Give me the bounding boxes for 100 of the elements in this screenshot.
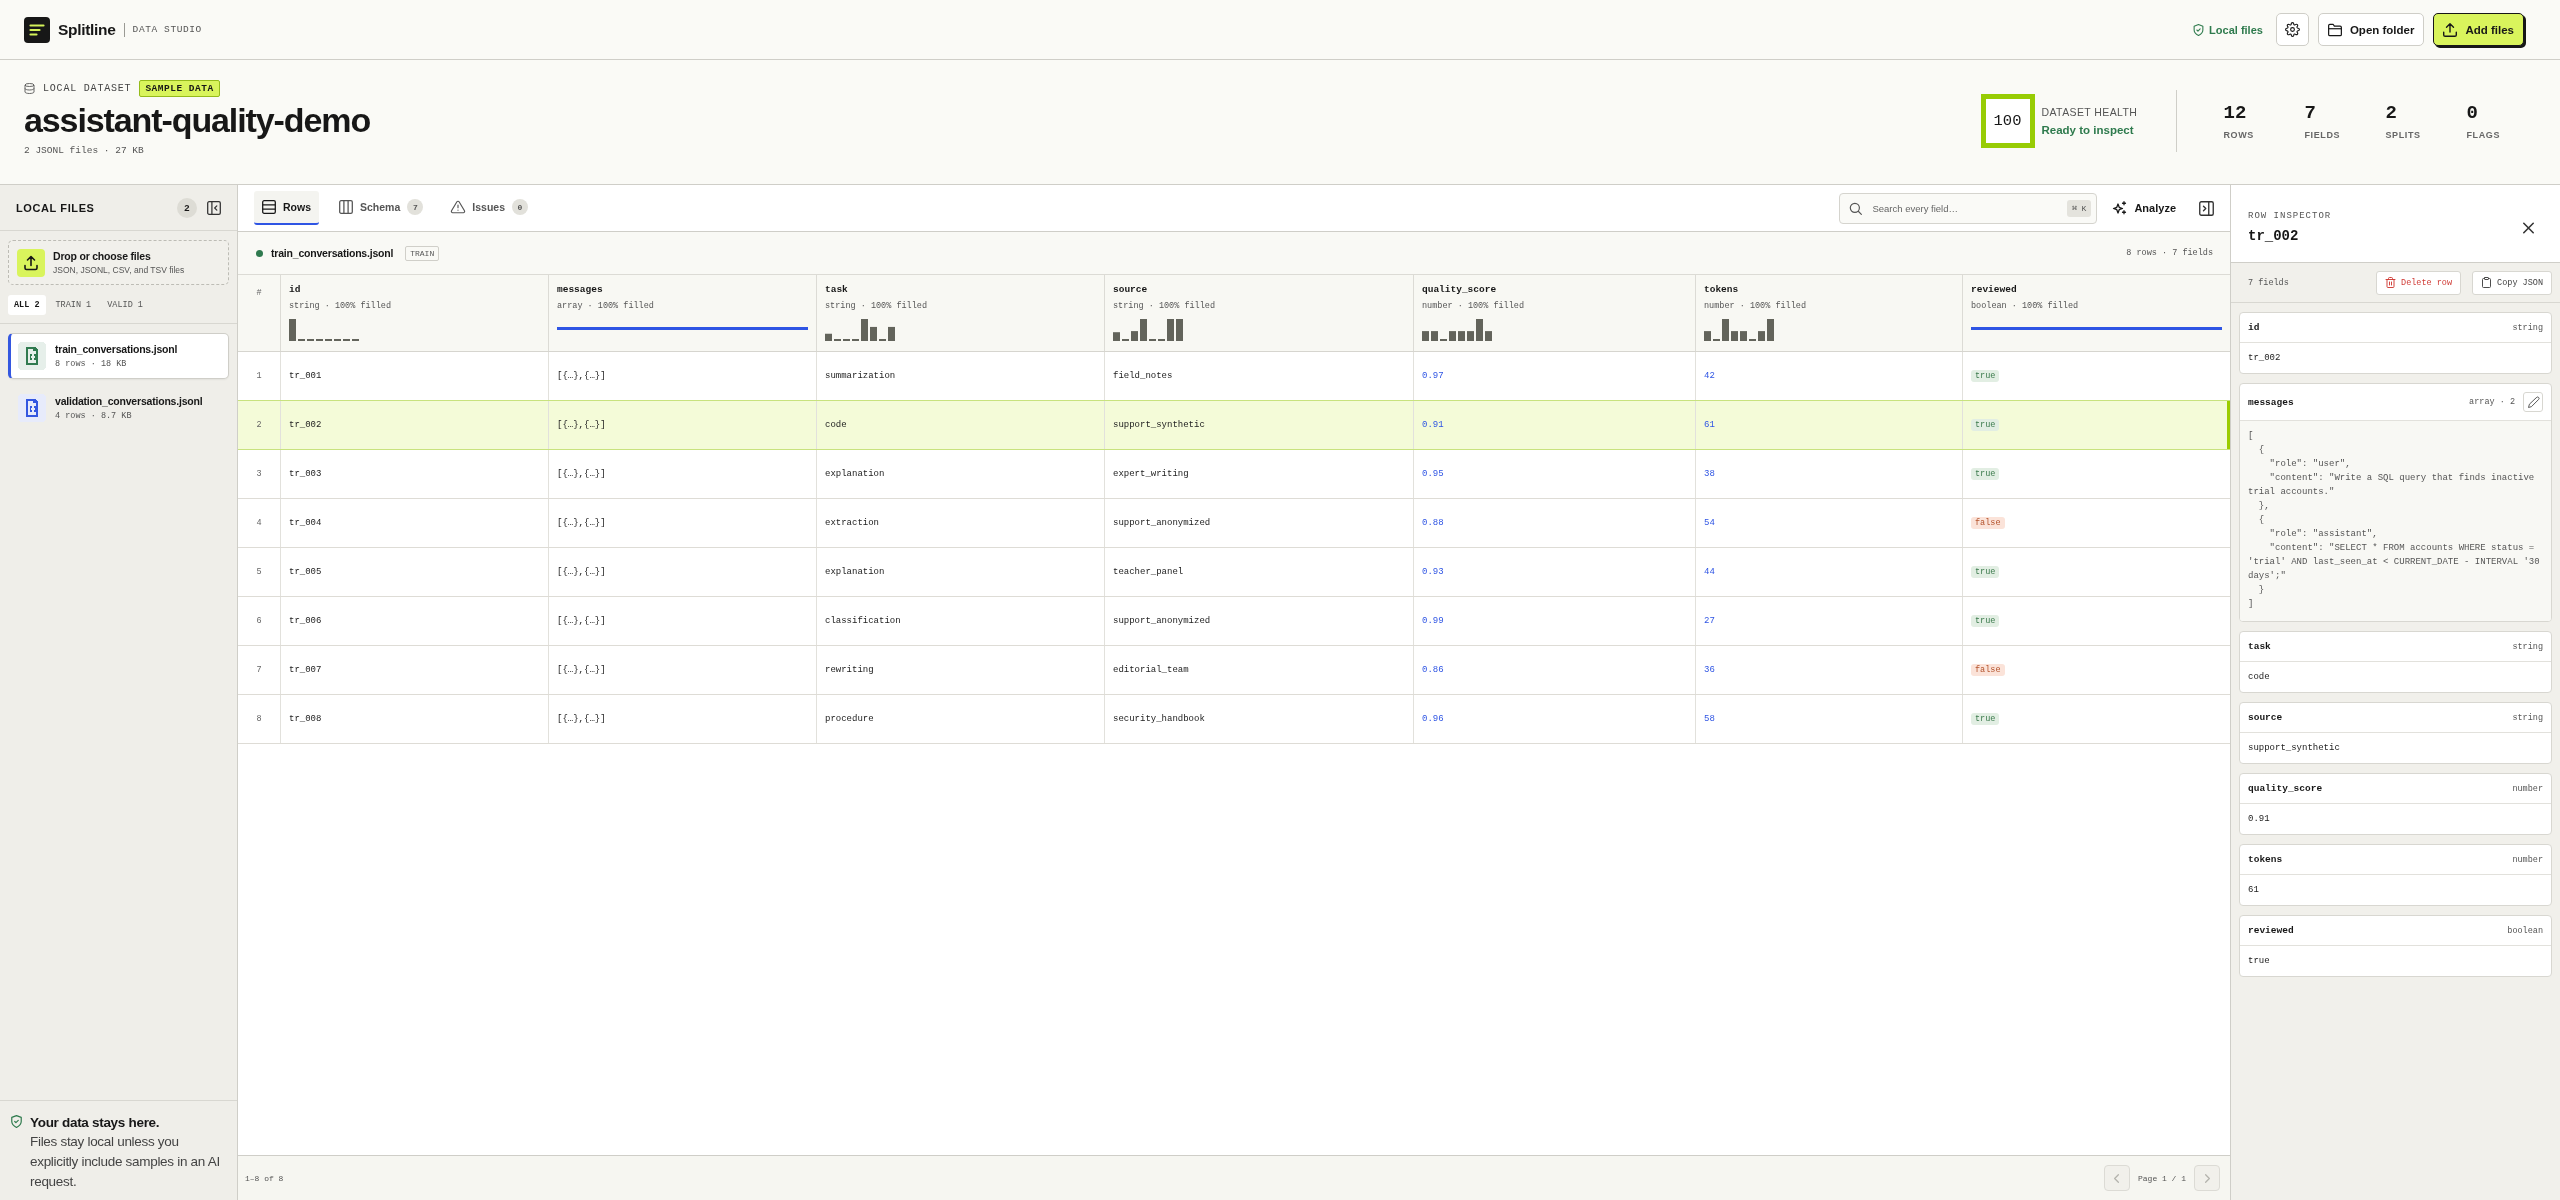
copy-json-button[interactable]: Copy JSON bbox=[2472, 270, 2552, 295]
column-type: string · 100% filled bbox=[289, 301, 392, 311]
histogram-bar bbox=[1731, 331, 1738, 341]
stat-value: 2 bbox=[2385, 102, 2398, 123]
table-row[interactable]: 7 tr_007 [{…},{…}] rewriting editorial_team 0.86 36 false bbox=[238, 646, 2230, 695]
analyze-button[interactable]: Analyze bbox=[2112, 200, 2176, 216]
row-range: 1–8 of 8 bbox=[245, 1173, 284, 1183]
dropzone-title: Drop or choose files bbox=[53, 250, 152, 262]
field-name: reviewed bbox=[2248, 925, 2295, 936]
histogram-bar bbox=[1467, 331, 1474, 341]
row-number: 1 bbox=[255, 370, 263, 383]
local-status-label: Local files bbox=[2209, 23, 2263, 36]
stat-value: 12 bbox=[2223, 102, 2248, 123]
field-value: 61 bbox=[2247, 884, 2260, 897]
histogram-bar bbox=[1458, 331, 1465, 341]
close-button[interactable] bbox=[2523, 221, 2534, 234]
table-cell: 0.93 bbox=[1413, 548, 1695, 596]
file-item[interactable]: train_conversations.jsonl 8 rows · 18 KB bbox=[8, 333, 229, 379]
filter-tab[interactable]: VALID 1 bbox=[101, 295, 149, 315]
table-cell: 0.88 bbox=[1413, 499, 1695, 547]
delete-row-button[interactable]: Delete row bbox=[2376, 270, 2462, 295]
column-name: quality_score bbox=[1422, 284, 1497, 296]
file-icon bbox=[18, 394, 46, 422]
stat-label: SPLITS bbox=[2385, 129, 2422, 140]
filter-tab[interactable]: ALL 2 bbox=[8, 295, 46, 315]
histogram-bar bbox=[1476, 319, 1483, 341]
table-cell: tr_008 bbox=[280, 695, 548, 743]
column-name: tokens bbox=[1704, 284, 1739, 296]
health-label: DATASET HEALTH bbox=[2041, 106, 2139, 118]
boolean-badge: true bbox=[1971, 713, 2000, 725]
table-row[interactable]: 2 tr_002 [{…},{…}] code support_synthetic 0.91 61 true bbox=[238, 400, 2230, 450]
table-row[interactable]: 3 tr_003 [{…},{…}] explanation expert_writing 0.95 38 true bbox=[238, 450, 2230, 499]
tab[interactable]: Issues 0 bbox=[443, 191, 536, 225]
notice-text: Files stay local unless you explicitly include samples in an AI request. bbox=[30, 1133, 221, 1191]
column-type: boolean · 100% filled bbox=[1971, 301, 2079, 311]
table-cell: 0.99 bbox=[1413, 597, 1695, 645]
histogram-bar bbox=[1422, 331, 1429, 341]
histogram-bar bbox=[1431, 331, 1438, 341]
field-value: code bbox=[2247, 671, 2271, 684]
tab[interactable]: Schema 7 bbox=[331, 191, 432, 225]
field-value: support_synthetic bbox=[2247, 742, 2341, 755]
index-header: # bbox=[256, 288, 262, 298]
panel-toggle-button[interactable] bbox=[2199, 200, 2214, 216]
add-files-button[interactable]: Add files bbox=[2433, 13, 2524, 46]
table-cell: tr_005 bbox=[280, 548, 548, 596]
table-cell: [{…},{…}] bbox=[548, 401, 816, 449]
tab[interactable]: Rows bbox=[254, 191, 319, 225]
split-badge: TRAIN bbox=[405, 245, 440, 261]
boolean-badge: true bbox=[1971, 468, 2000, 480]
row-number: 6 bbox=[255, 615, 263, 628]
histogram-bar bbox=[1485, 331, 1492, 341]
open-folder-button[interactable]: Open folder bbox=[2317, 13, 2425, 46]
table-cell: editorial_team bbox=[1104, 646, 1413, 694]
panel-toggle-icon bbox=[2199, 200, 2214, 216]
stat-value: 0 bbox=[2466, 102, 2479, 123]
health-score: 100 bbox=[1980, 94, 2035, 148]
sample-badge: SAMPLE DATA bbox=[139, 80, 220, 97]
column-name: id bbox=[289, 284, 301, 296]
histogram-bar bbox=[888, 326, 895, 341]
table-row[interactable]: 6 tr_006 [{…},{…}] classification support_anonymized 0.99 27 true bbox=[238, 597, 2230, 646]
shield-check-icon bbox=[10, 1115, 23, 1128]
table-cell: 0.86 bbox=[1413, 646, 1695, 694]
table-cell: [{…},{…}] bbox=[548, 646, 816, 694]
row-number: 5 bbox=[255, 566, 263, 579]
table-row[interactable]: 8 tr_008 [{…},{…}] procedure security_handbook 0.96 58 true bbox=[238, 695, 2230, 744]
table-cell: explanation bbox=[816, 450, 1104, 498]
table-cell: extraction bbox=[816, 499, 1104, 547]
histogram-bar bbox=[870, 326, 877, 341]
table-row[interactable]: 5 tr_005 [{…},{…}] explanation teacher_panel 0.93 44 true bbox=[238, 548, 2230, 597]
column-type: number · 100% filled bbox=[1422, 301, 1525, 311]
file-summary: 8 rows · 7 fields bbox=[2126, 248, 2213, 258]
filter-tab[interactable]: TRAIN 1 bbox=[49, 295, 98, 315]
stat-label: ROWS bbox=[2223, 129, 2255, 140]
field-count: 7 fields bbox=[2248, 277, 2289, 288]
table-cell: [{…},{…}] bbox=[548, 597, 816, 645]
file-item[interactable]: validation_conversations.jsonl 4 rows · 8.7 KB bbox=[8, 385, 229, 431]
histogram-bar bbox=[289, 319, 296, 341]
settings-button[interactable] bbox=[2275, 13, 2309, 46]
edit-button[interactable] bbox=[2523, 392, 2543, 412]
file-dropzone[interactable]: Drop or choose files JSON, JSONL, CSV, and TSV files bbox=[8, 240, 229, 285]
histogram-bar bbox=[1176, 319, 1183, 341]
histogram-bar bbox=[1113, 332, 1120, 341]
histogram-bar bbox=[1740, 331, 1747, 341]
status-dot-icon bbox=[256, 249, 263, 257]
table-cell: explanation bbox=[816, 548, 1104, 596]
field-type: boolean bbox=[2507, 925, 2543, 936]
file-icon bbox=[18, 342, 46, 370]
table-cell: expert_writing bbox=[1104, 450, 1413, 498]
table-cell: procedure bbox=[816, 695, 1104, 743]
collapse-sidebar-button[interactable] bbox=[207, 200, 221, 215]
search-icon bbox=[1849, 201, 1863, 215]
table-row[interactable]: 4 tr_004 [{…},{…}] extraction support_anonymized 0.88 54 false bbox=[238, 499, 2230, 548]
row-number: 4 bbox=[255, 517, 263, 530]
table-cell: 58 bbox=[1695, 695, 1962, 743]
table-cell: security_handbook bbox=[1104, 695, 1413, 743]
table-cell: 27 bbox=[1695, 597, 1962, 645]
dataset-meta: 2 JSONL files · 27 KB bbox=[24, 145, 144, 156]
logo-icon bbox=[24, 16, 50, 43]
column-type: number · 100% filled bbox=[1704, 301, 1807, 311]
sidebar-title: LOCAL FILES bbox=[16, 201, 96, 214]
